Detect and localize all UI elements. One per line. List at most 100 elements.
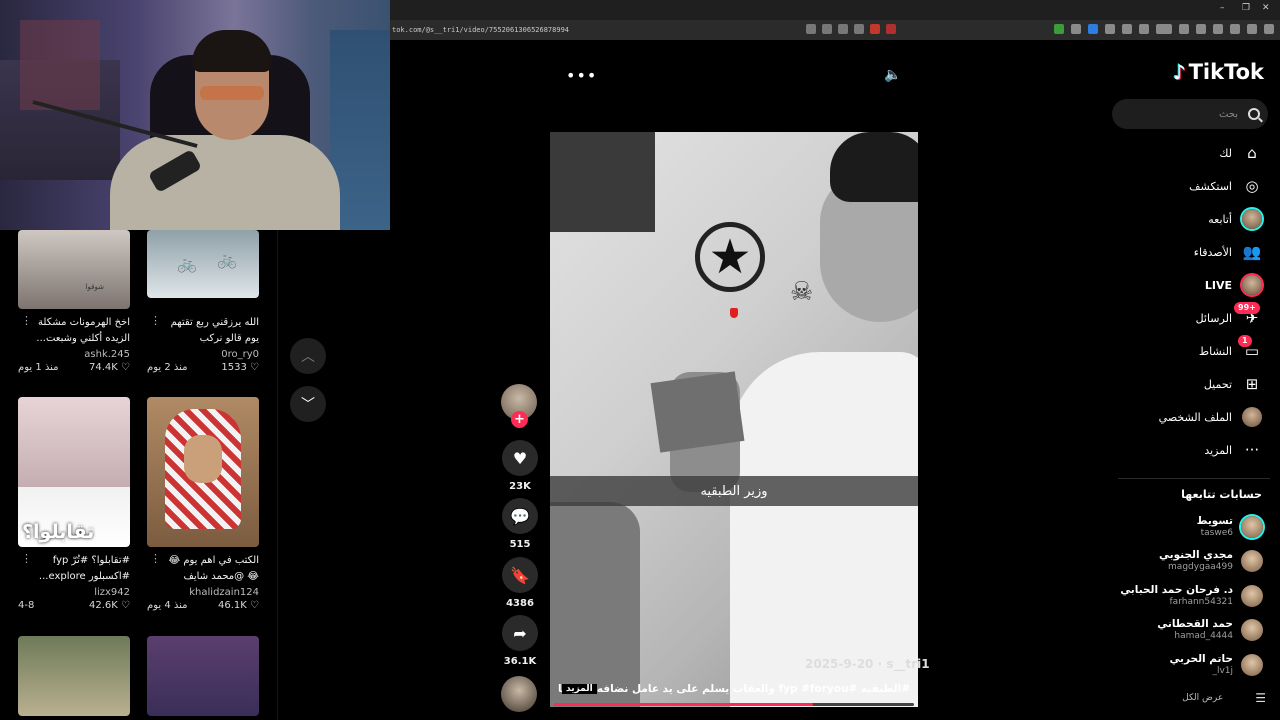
nav-following[interactable]: أتابعه [1208,207,1262,231]
tiktok-logo[interactable]: ♪ TikTok [1173,60,1264,84]
video-author[interactable]: lizx942 [18,587,130,598]
heart-icon[interactable]: ♥ [502,440,538,476]
live-avatar [1242,275,1262,295]
url-text[interactable]: tok.com/@s__tri1/video/75520613065268789… [390,26,569,34]
menu-icon[interactable] [1264,24,1274,34]
like-action[interactable]: ♥ 23K [502,440,538,492]
nav-explore[interactable]: ◎ استكشف [1189,174,1262,198]
video-player[interactable]: ★ ☠ وزير الطبقيه [550,132,918,707]
alert-icon[interactable] [886,24,896,34]
nav-messages[interactable]: ✈ +99 الرسائل [1195,302,1262,330]
share-action[interactable]: ➦ 36.1K [502,615,538,667]
more-options-icon[interactable]: ⋮ [21,552,32,565]
related-video-card[interactable]: ⋮ الكتب في اهم يوم 😂😂 @محمد شايف khalidz… [147,397,259,611]
followed-account[interactable]: حمد القحطاني hamad_4444 [1157,618,1263,642]
related-video-card[interactable]: تقابلوا؟ ⋮ #تقابلوا؟ #تُرّ fyp #اكسبلور … [18,397,130,611]
search-input[interactable] [1128,108,1238,120]
related-video-card[interactable]: 🚲 🚲 ⋮ الله يرزقني ربع تقتهم يوم قالو نرك… [147,230,259,373]
share-icon[interactable]: ➦ [502,615,538,651]
search-icon[interactable] [1248,108,1260,120]
nav-for-you[interactable]: ⌂ لك [1219,141,1262,165]
profile-icon[interactable] [1247,24,1257,34]
video-stats: منذ 4 يوم 46.1K ♡ [147,600,259,611]
music-disc-icon[interactable] [501,676,537,712]
video-author-date[interactable]: 2025-9-20 · s__tri1 [805,657,930,671]
heart-icon: ♡ [250,600,259,611]
video-title[interactable]: اخخ الهرمونات مشكلة الزيده أكلني وشبعت..… [18,315,130,347]
close-window-button[interactable]: ✕ [1262,3,1270,13]
maximize-button[interactable]: ❐ [1242,3,1250,13]
nav-friends[interactable]: 👥 الأصدقاء [1194,240,1262,264]
zoom-icon[interactable] [838,24,848,34]
minimize-button[interactable]: – [1220,3,1225,13]
nav-profile[interactable]: الملف الشخصي [1159,405,1262,429]
extension-icon[interactable] [1139,24,1149,34]
previous-video-button[interactable]: ︿ [290,338,326,374]
extension-icon[interactable] [1122,24,1132,34]
video-thumbnail[interactable] [147,397,259,547]
save-action[interactable]: 🔖 4386 [502,557,538,609]
next-video-button[interactable]: ﹀ [290,386,326,422]
profile-icon [1242,407,1262,427]
video-thumbnail[interactable]: 🚲 🚲 [147,230,259,298]
video-more-options-icon[interactable]: ••• [566,66,597,85]
search-bar[interactable] [1112,99,1268,129]
extension-icon[interactable] [1088,24,1098,34]
video-author[interactable]: 0ro_ry0 [147,349,259,360]
video-progress-bar[interactable] [554,703,914,706]
extensions-icon[interactable] [1213,24,1223,34]
video-age: 4-8 [18,600,35,611]
bookmark-icon[interactable]: 🔖 [502,557,538,593]
extension-icon[interactable] [1105,24,1115,34]
bookmark-star-icon[interactable] [854,24,864,34]
favorites-icon[interactable] [1230,24,1240,34]
nav-live[interactable]: LIVE [1205,273,1262,297]
more-options-icon[interactable]: ⋮ [150,552,161,565]
collections-icon[interactable] [1196,24,1206,34]
video-thumbnail[interactable] [18,636,130,716]
screenshot-icon[interactable] [822,24,832,34]
live-icon [1242,275,1262,295]
related-video-card[interactable] [18,636,130,716]
nav-label: الرسائل [1195,311,1232,325]
video-author[interactable]: ashk.245 [18,349,130,360]
nav-activity[interactable]: ▭ 1 النشاط [1199,335,1262,363]
background-poster [20,20,100,110]
comment-icon[interactable]: 💬 [502,498,538,534]
wall-flag [550,132,655,232]
followed-account[interactable]: د. فرحان حمد الحبابي farhann54321 [1120,584,1263,608]
reader-icon[interactable] [806,24,816,34]
more-options-icon[interactable]: ⋮ [21,314,32,327]
followed-account[interactable]: حاتم الحربي _lv1j [1169,653,1263,677]
shield-icon[interactable] [870,24,880,34]
messages-badge: +99 [1234,302,1260,314]
nav-upload[interactable]: ⊞ تحميل [1204,372,1262,396]
video-thumbnail[interactable] [147,636,259,716]
more-options-icon[interactable]: ⋮ [150,314,161,327]
volume-icon[interactable]: 🔈 [884,67,901,83]
video-title[interactable]: الكتب في اهم يوم 😂😂 @محمد شايف [147,553,259,585]
nav-more[interactable]: ··· المزيد [1204,438,1262,462]
cyclist-icon: 🚲 [217,250,237,269]
video-thumbnail[interactable]: تقابلوا؟ [18,397,130,547]
followed-account[interactable]: مجدي الجنوبي magdygaa499 [1159,549,1263,573]
extension-icon[interactable] [1071,24,1081,34]
more-icon: ··· [1244,441,1260,459]
video-age: منذ 2 يوم [147,362,188,373]
followed-account[interactable]: تسويط taswe6 [1197,515,1263,539]
video-author[interactable]: khalidzain124 [147,587,259,598]
related-video-card[interactable] [147,636,259,716]
extension-icon[interactable] [1054,24,1064,34]
sidebar-icon[interactable] [1179,24,1189,34]
video-title[interactable]: #تقابلوا؟ #تُرّ fyp #اكسبلور explore... [18,553,130,585]
see-all-button[interactable]: ☰ عرض الكل [1182,691,1266,705]
follow-plus-icon[interactable]: + [511,411,528,428]
comment-action[interactable]: 💬 515 [502,498,538,550]
related-video-card[interactable]: شوقوا ⋮ اخخ الهرمونات مشكلة الزيده أكلني… [18,230,130,373]
video-thumbnail[interactable]: شوقوا [18,230,130,309]
nav-label: الملف الشخصي [1158,410,1232,424]
caption-text: وزير الطبقيه [700,483,768,499]
video-description: #الطبقيه #fyp #foryou والعقاب يسلم على ي… [556,683,910,695]
description-more-link[interactable]: المزيد [562,684,597,694]
video-title[interactable]: الله يرزقني ربع تقتهم يوم قالو نركب معك#… [147,315,259,347]
